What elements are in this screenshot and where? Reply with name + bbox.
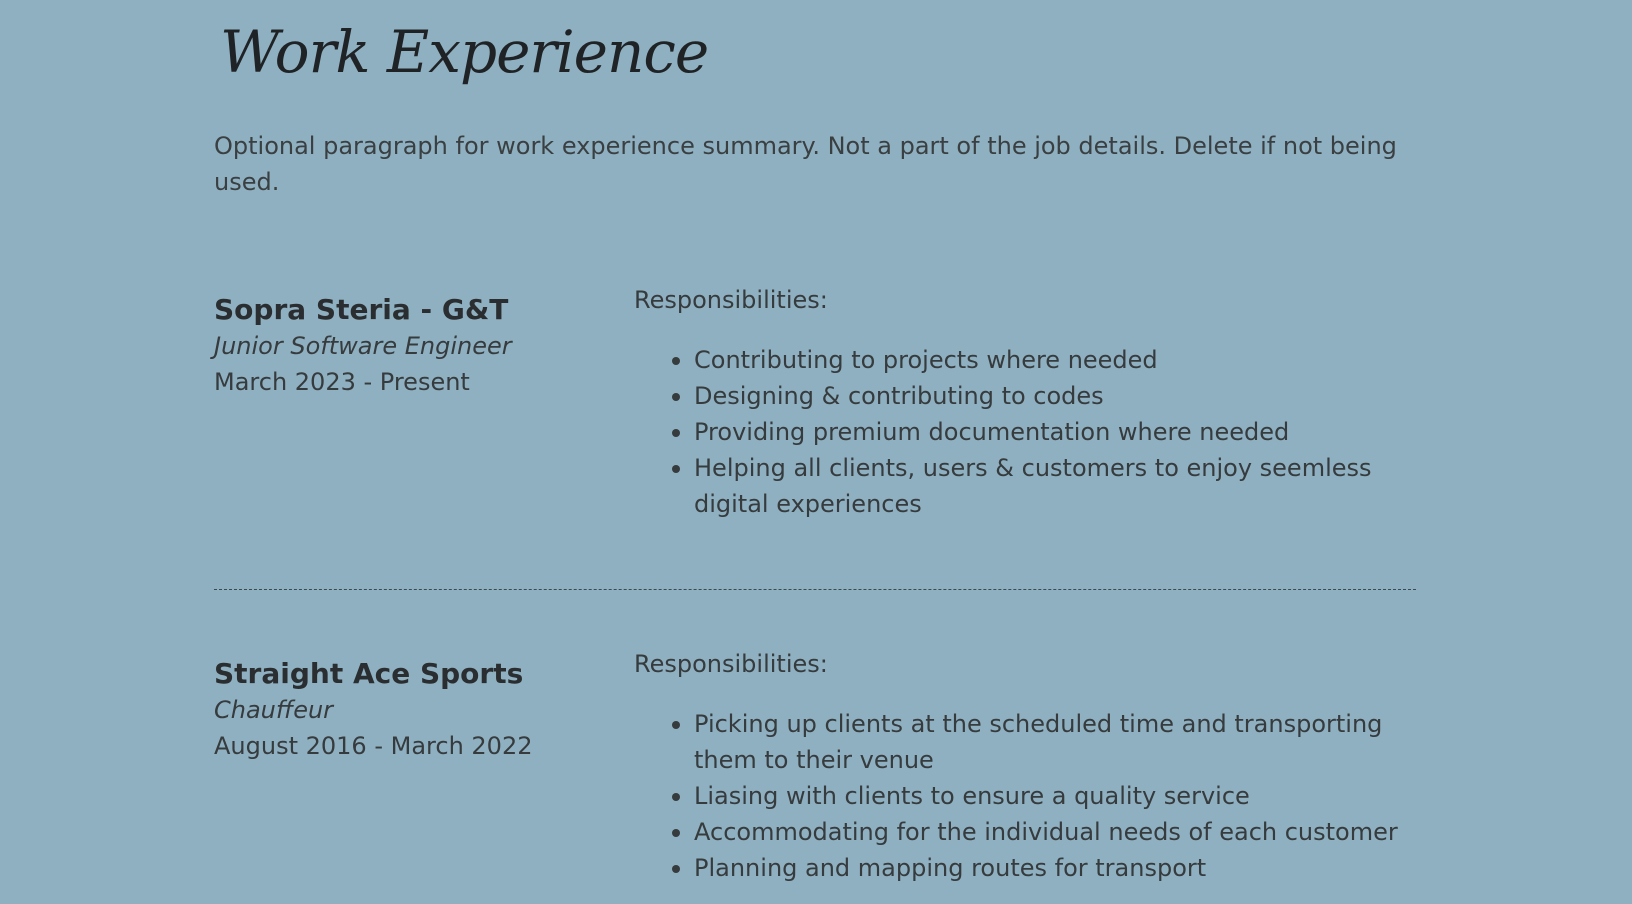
bullet-icon	[672, 829, 680, 837]
bullet-icon	[672, 793, 680, 801]
responsibility-text: Picking up clients at the scheduled time…	[694, 710, 1383, 774]
job-meta: Sopra Steria - G&T Junior Software Engin…	[214, 292, 614, 400]
list-item: Liasing with clients to ensure a quality…	[634, 778, 1416, 814]
responsibilities-label: Responsibilities:	[634, 650, 828, 678]
responsibility-text: Accommodating for the individual needs o…	[694, 818, 1398, 846]
responsibility-text: Planning and mapping routes for transpor…	[694, 854, 1207, 882]
job-responsibilities: Responsibilities: Picking up clients at …	[634, 646, 1416, 886]
responsibility-text: Providing premium documentation where ne…	[694, 418, 1290, 446]
bullet-icon	[672, 865, 680, 873]
list-item: Picking up clients at the scheduled time…	[634, 706, 1416, 778]
job-dates: August 2016 - March 2022	[214, 732, 533, 760]
responsibility-text: Designing & contributing to codes	[694, 382, 1104, 410]
bullet-icon	[672, 357, 680, 365]
job-dates: March 2023 - Present	[214, 368, 470, 396]
bullet-icon	[672, 721, 680, 729]
job-meta: Straight Ace Sports Chauffeur August 201…	[214, 656, 614, 764]
responsibilities-list: Contributing to projects where needed De…	[634, 342, 1416, 522]
list-item: Planning and mapping routes for transpor…	[634, 850, 1416, 886]
list-item: Helping all clients, users & customers t…	[634, 450, 1416, 522]
section-summary: Optional paragraph for work experience s…	[214, 132, 1397, 196]
job-responsibilities: Responsibilities: Contributing to projec…	[634, 282, 1416, 522]
bullet-icon	[672, 429, 680, 437]
bullet-icon	[672, 465, 680, 473]
responsibility-text: Contributing to projects where needed	[694, 346, 1158, 374]
job-divider	[214, 589, 1416, 590]
list-item: Accommodating for the individual needs o…	[634, 814, 1416, 850]
bullet-icon	[672, 393, 680, 401]
responsibility-text: Helping all clients, users & customers t…	[694, 454, 1372, 518]
company-name: Sopra Steria - G&T	[214, 293, 509, 326]
list-item: Designing & contributing to codes	[634, 378, 1416, 414]
section-title: Work Experience	[220, 18, 709, 86]
job-role: Junior Software Engineer	[214, 332, 512, 360]
list-item: Providing premium documentation where ne…	[634, 414, 1416, 450]
responsibilities-label: Responsibilities:	[634, 286, 828, 314]
responsibilities-list: Picking up clients at the scheduled time…	[634, 706, 1416, 886]
company-name: Straight Ace Sports	[214, 657, 524, 690]
job-role: Chauffeur	[214, 696, 334, 724]
list-item: Contributing to projects where needed	[634, 342, 1416, 378]
responsibility-text: Liasing with clients to ensure a quality…	[694, 782, 1250, 810]
